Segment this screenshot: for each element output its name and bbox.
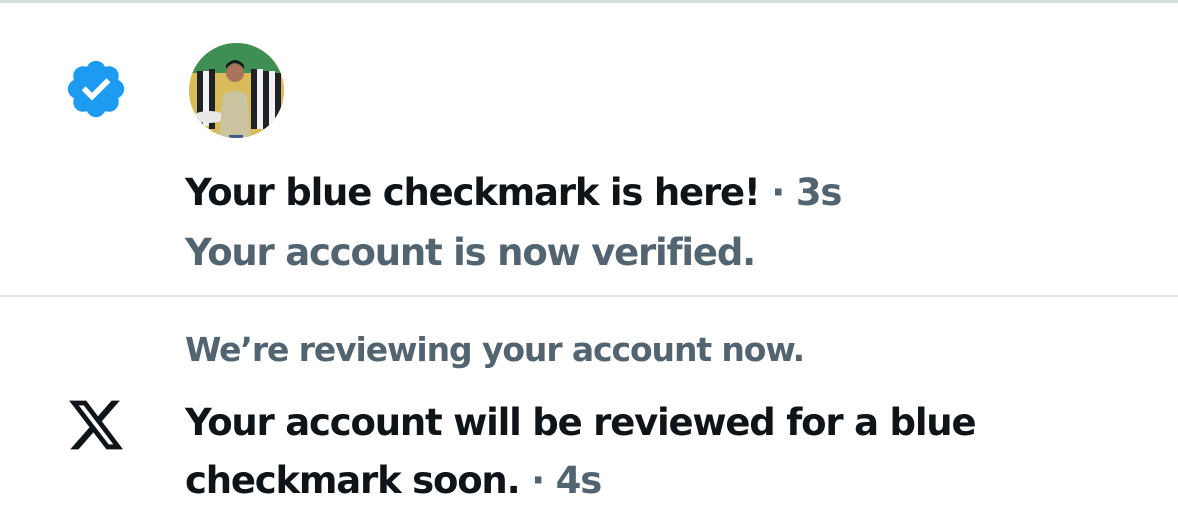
x-logo-icon <box>69 400 124 450</box>
meta-separator: · <box>531 459 545 502</box>
timestamp: 3s <box>795 171 843 214</box>
verified-title-line: Your blue checkmark is here! · 3s <box>185 170 843 216</box>
notification-body: Your account is now verified. <box>185 231 756 274</box>
notification-title-cont: checkmark soon. <box>185 459 521 502</box>
review-title-line-2: checkmark soon. · 4s <box>185 458 603 504</box>
verified-badge-icon <box>67 60 125 118</box>
review-title-line-1: Your account will be reviewed for a blue <box>185 401 977 444</box>
notification-title: Your blue checkmark is here! <box>185 171 761 214</box>
avatar[interactable] <box>189 43 284 138</box>
notification-header: We’re reviewing your account now. <box>185 330 805 369</box>
avatar-photo <box>189 43 284 138</box>
timestamp: 4s <box>555 459 603 502</box>
meta-separator: · <box>771 171 785 214</box>
